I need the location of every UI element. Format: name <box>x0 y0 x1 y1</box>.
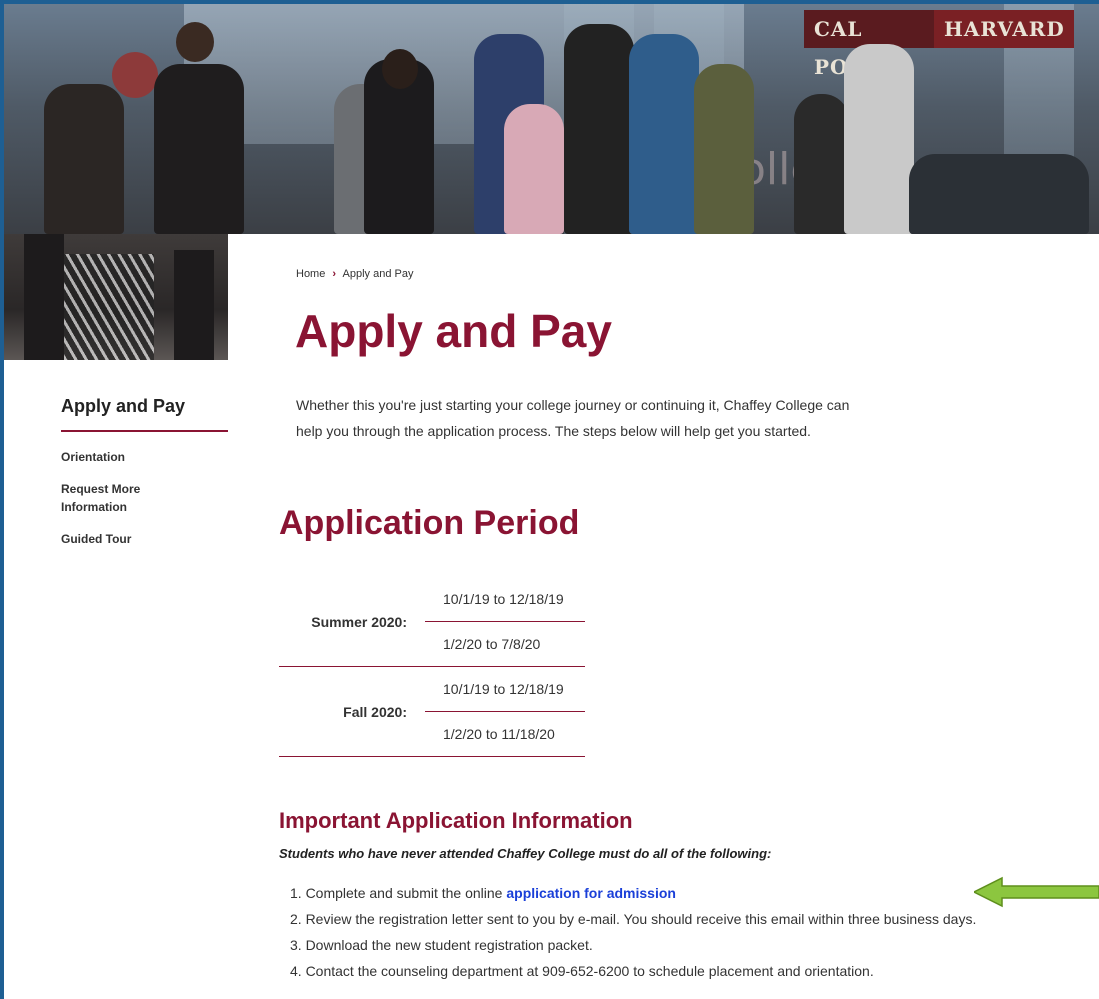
breadcrumb: Home › Apply and Pay <box>296 268 413 280</box>
date-range: 10/1/19 to 12/18/19 <box>425 577 585 622</box>
intro-paragraph: Whether this you're just starting your c… <box>296 397 850 439</box>
hero-person-head <box>112 52 158 98</box>
table-row: Summer 2020: 10/1/19 to 12/18/19 <box>279 577 585 630</box>
hero-person <box>629 34 699 234</box>
application-period-heading: Application Period <box>279 504 580 542</box>
hero-banner-harvard: HARVARD <box>934 10 1074 48</box>
term-label-fall: Fall 2020: <box>279 666 425 757</box>
photo-leg <box>174 250 214 360</box>
date-range: 1/2/20 to 7/8/20 <box>425 621 585 667</box>
sidebar-nav: Orientation Request More Information Gui… <box>61 448 181 562</box>
hero-person <box>564 24 634 234</box>
requirements-note: Students who have never attended Chaffey… <box>279 846 772 861</box>
hero-person <box>694 64 754 234</box>
application-period-table: Summer 2020: 10/1/19 to 12/18/19 1/2/20 … <box>279 577 585 757</box>
hero-person <box>154 64 244 234</box>
breadcrumb-current: Apply and Pay <box>342 268 414 280</box>
sidebar-divider <box>61 430 231 432</box>
step-text: 1. Complete and submit the online <box>290 885 507 901</box>
sidebar-item-orientation[interactable]: Orientation <box>61 448 181 466</box>
sidebar-title[interactable]: Apply and Pay <box>61 396 185 417</box>
hero-image: CAL POLY HARVARD olle <box>4 4 1099 234</box>
breadcrumb-home[interactable]: Home <box>296 268 325 280</box>
hero-person-backpack <box>504 104 564 234</box>
application-link[interactable]: application for admission <box>506 885 676 901</box>
photo-leg <box>24 234 64 360</box>
hero-person <box>794 94 849 234</box>
term-label-summer: Summer 2020: <box>311 613 407 630</box>
steps-list: 1. Complete and submit the online applic… <box>290 880 976 984</box>
list-item: 3. Download the new student registration… <box>290 937 593 953</box>
browser-frame: CAL POLY HARVARD olle Apply and Pay Orie… <box>4 4 1099 999</box>
main-content: Home › Apply and Pay Apply and Pay Wheth… <box>228 234 1099 999</box>
page-title: Apply and Pay <box>295 305 612 357</box>
hero-person <box>44 84 124 234</box>
list-item: 2. Review the registration letter sent t… <box>290 911 977 927</box>
date-range: 10/1/19 to 12/18/19 <box>425 666 585 712</box>
hero-person-head <box>176 22 214 62</box>
green-arrow-icon <box>974 876 1099 908</box>
list-item: 4. Contact the counseling department at … <box>290 963 874 979</box>
hero-person-head <box>382 49 418 89</box>
sidebar-item-request-info[interactable]: Request More Information <box>61 480 181 516</box>
photo-pattern <box>64 254 154 360</box>
hero-banner-calpoly: CAL POLY <box>804 10 942 79</box>
important-info-heading: Important Application Information <box>279 808 633 833</box>
list-item: 1. Complete and submit the online applic… <box>290 880 976 906</box>
hero-crowd <box>909 154 1089 234</box>
hero-image-left-extension <box>4 234 228 360</box>
hero-person <box>844 44 914 234</box>
sidebar-item-guided-tour[interactable]: Guided Tour <box>61 530 181 548</box>
date-range: 1/2/20 to 11/18/20 <box>425 711 585 757</box>
table-row: Fall 2020: 10/1/19 to 12/18/19 <box>279 666 585 757</box>
breadcrumb-chevron-icon: › <box>332 268 337 280</box>
